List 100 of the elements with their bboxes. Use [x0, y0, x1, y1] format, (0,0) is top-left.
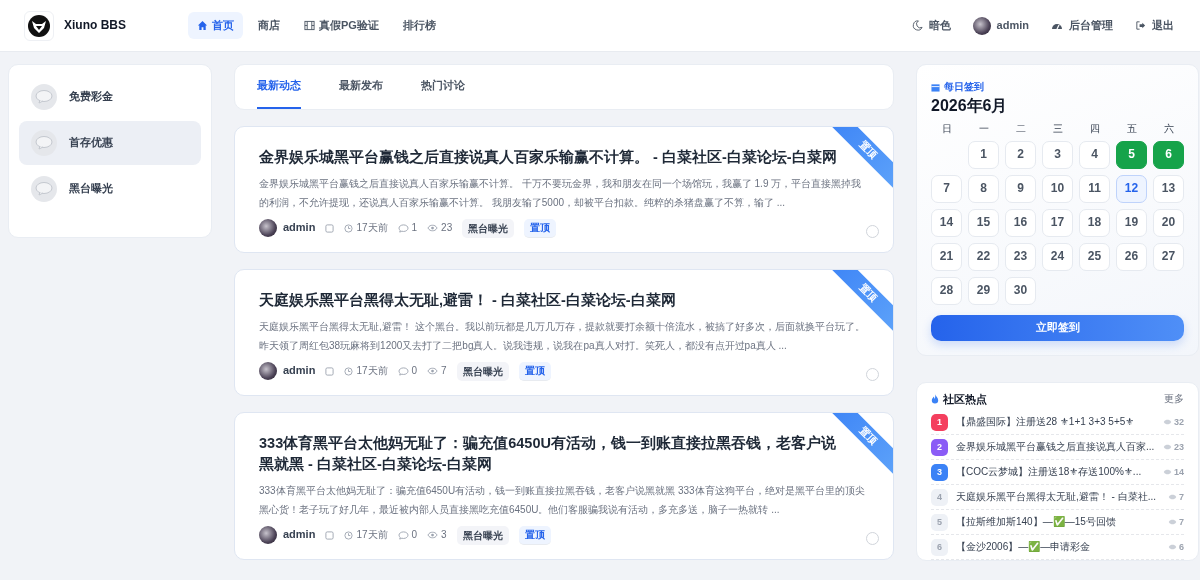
eye-icon [427, 367, 439, 375]
calendar-day[interactable]: 26 [1116, 242, 1147, 271]
forum-item[interactable]: 免费彩金 [19, 75, 201, 119]
avatar [259, 219, 277, 237]
comment-icon [397, 223, 409, 233]
pinned-tag[interactable]: 置顶 [518, 361, 551, 381]
select-circle[interactable] [866, 225, 879, 238]
calendar-day[interactable]: 29 [968, 276, 999, 305]
weekday-label: 二 [1014, 121, 1027, 135]
post-title[interactable]: 金界娱乐城黑平台赢钱之后直接说真人百家乐输赢不计算。 - 白菜社区-白菜论坛-白菜网 [259, 147, 839, 168]
weekday-label: 三 [1051, 121, 1064, 135]
view-count: 23 [441, 221, 453, 235]
post-time: 17天前 [356, 221, 388, 235]
calendar-day[interactable]: 4 [1079, 140, 1110, 169]
hot-topic-link[interactable]: 【金沙2006】—✅—申请彩金 [956, 541, 1160, 554]
view-count: 14 [1174, 466, 1184, 478]
more-link[interactable]: 更多 [1164, 393, 1184, 406]
checkin-label: 每日签到 [944, 81, 984, 94]
moon-icon [911, 20, 923, 31]
hot-topic-link[interactable]: 【COC云梦城】注册送18⚜存送100%⚜... [956, 466, 1155, 479]
square-icon [325, 366, 335, 376]
post-time: 17天前 [356, 364, 388, 378]
clock-icon [344, 223, 354, 233]
tab[interactable]: 最新发布 [339, 65, 383, 109]
chat-bubble-icon [31, 130, 57, 156]
calendar-day[interactable]: 12 [1116, 174, 1147, 203]
calendar-day[interactable]: 17 [1042, 208, 1073, 237]
calendar-day[interactable]: 11 [1079, 174, 1110, 203]
calendar-day[interactable]: 13 [1153, 174, 1184, 203]
calendar-day[interactable]: 2 [1005, 140, 1036, 169]
forum-item[interactable]: 黑台曝光 [19, 167, 201, 211]
calendar-day[interactable]: 30 [1005, 276, 1036, 305]
calendar-day[interactable]: 20 [1153, 208, 1184, 237]
calendar-day[interactable]: 24 [1042, 242, 1073, 271]
hot-topic-link[interactable]: 【鼎盛国际】注册送28 ⚜1+1 3+3 5+5⚜ [956, 416, 1155, 429]
post-title[interactable]: 天庭娱乐黑平台黑得太无耻,避雷！ - 白菜社区-白菜论坛-白菜网 [259, 290, 839, 311]
forum-tag[interactable]: 黑台曝光 [462, 218, 515, 238]
select-circle[interactable] [866, 368, 879, 381]
author-name[interactable]: admin [283, 528, 316, 542]
calendar-day[interactable]: 25 [1079, 242, 1110, 271]
calendar-day[interactable]: 10 [1042, 174, 1073, 203]
calendar-day[interactable]: 21 [931, 242, 962, 271]
eye-icon [427, 224, 439, 232]
post-title[interactable]: 333体育黑平台太他妈无耻了：骗充值6450U有活动，钱一到账直接拉黑吞钱，老客户说黑就黑 - 白菜社区-白菜论坛-白菜网 [259, 433, 839, 475]
user-menu[interactable]: admin [972, 16, 1029, 35]
view-count: 7 [441, 364, 447, 378]
calendar-day[interactable]: 7 [931, 174, 962, 203]
calendar-day[interactable]: 9 [1005, 174, 1036, 203]
eye-icon [1163, 419, 1172, 426]
logout-link[interactable]: 退出 [1135, 18, 1174, 33]
nav-link[interactable]: 商店 [249, 11, 289, 40]
hot-topic-link[interactable]: 【拉斯维加斯140】—✅—15号回馈 [956, 516, 1160, 529]
home-icon [197, 20, 208, 31]
view-count: 7 [1179, 516, 1184, 528]
weekday-label: 四 [1088, 121, 1101, 135]
calendar-day[interactable]: 14 [931, 208, 962, 237]
checkin-button[interactable]: 立即签到 [931, 314, 1184, 341]
calendar-day[interactable]: 1 [968, 140, 999, 169]
comment-count: 0 [411, 364, 418, 378]
avatar [259, 526, 277, 544]
hot-topic-link[interactable]: 天庭娱乐黑平台黑得太无耻,避雷！ - 白菜社... [956, 491, 1160, 504]
select-circle[interactable] [866, 532, 879, 545]
post-time: 17天前 [356, 528, 388, 542]
admin-link[interactable]: 后台管理 [1051, 18, 1113, 33]
nav-link[interactable]: 首页 [188, 11, 243, 40]
hot-topic-link[interactable]: 金界娱乐城黑平台赢钱之后直接说真人百家... [956, 441, 1155, 454]
site-name[interactable]: Xiuno BBS [64, 18, 126, 33]
calendar-day[interactable]: 23 [1005, 242, 1036, 271]
eye-icon [1168, 519, 1177, 526]
author-name[interactable]: admin [283, 221, 316, 235]
forum-item[interactable]: 首存优惠 [19, 121, 201, 165]
pinned-tag[interactable]: 置顶 [524, 218, 557, 238]
logo-icon[interactable] [24, 10, 54, 41]
nav-link[interactable]: 排行榜 [393, 11, 445, 40]
pinned-tag[interactable]: 置顶 [518, 525, 551, 545]
comment-count: 0 [411, 528, 418, 542]
view-count: 23 [1174, 441, 1184, 453]
calendar-day[interactable]: 27 [1153, 242, 1184, 271]
author-name[interactable]: admin [283, 364, 316, 378]
calendar-day[interactable]: 8 [968, 174, 999, 203]
calendar-day[interactable]: 3 [1042, 140, 1073, 169]
weekday-label: 一 [977, 121, 990, 135]
hot-title: 社区热点 [943, 392, 987, 407]
theme-toggle[interactable]: 暗色 [911, 18, 951, 33]
calendar-day[interactable]: 18 [1079, 208, 1110, 237]
view-count: 32 [1174, 416, 1184, 428]
calendar-day[interactable]: 15 [968, 208, 999, 237]
calendar-day[interactable]: 16 [1005, 208, 1036, 237]
chat-bubble-icon [31, 176, 57, 202]
comment-icon [397, 366, 409, 376]
forum-tag[interactable]: 黑台曝光 [456, 525, 509, 545]
calendar-day[interactable]: 19 [1116, 208, 1147, 237]
nav-link[interactable]: 真假PG验证 [295, 11, 388, 40]
calendar-day[interactable]: 28 [931, 276, 962, 305]
tab[interactable]: 最新动态 [257, 65, 301, 109]
film-icon [304, 20, 315, 31]
forum-tag[interactable]: 黑台曝光 [456, 361, 509, 381]
calendar-day[interactable]: 22 [968, 242, 999, 271]
eye-icon [1163, 469, 1172, 476]
tab[interactable]: 热门讨论 [421, 65, 465, 109]
